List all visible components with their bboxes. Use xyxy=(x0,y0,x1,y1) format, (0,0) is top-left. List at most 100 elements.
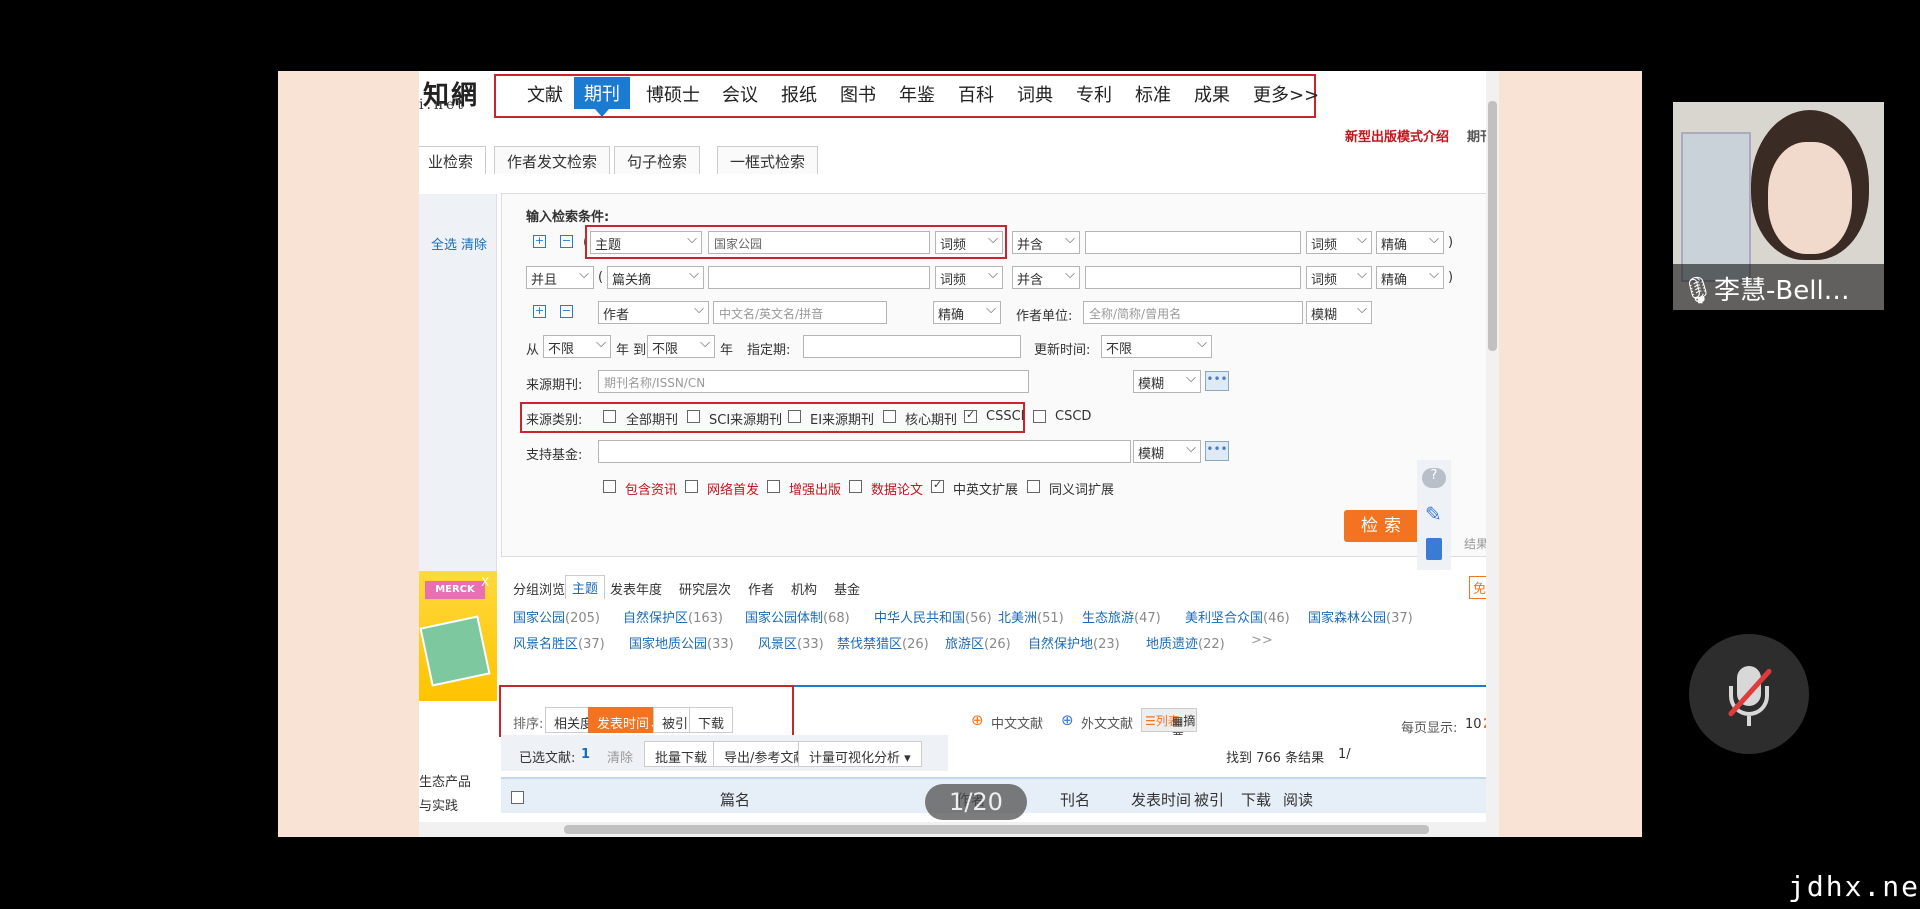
keyword-input-1b[interactable] xyxy=(1085,231,1301,254)
nav-baike[interactable]: 百科 xyxy=(958,81,994,107)
author-unit-input[interactable]: 全称/简称/曾用名 xyxy=(1083,301,1303,324)
tab-professional-search[interactable]: 业检索 xyxy=(419,146,487,174)
group-tab-fund[interactable]: 基金 xyxy=(834,579,860,598)
freq-select-2b[interactable]: 词频 xyxy=(1306,266,1372,289)
nav-baozhi[interactable]: 报纸 xyxy=(781,81,817,107)
col-title[interactable]: 篇名 xyxy=(720,789,750,810)
clear-selection[interactable]: 清除 xyxy=(607,747,633,766)
from-year-select[interactable]: 不限 xyxy=(543,335,611,358)
checkbox-core[interactable] xyxy=(883,410,896,423)
freq-select-1b[interactable]: 词频 xyxy=(1306,231,1372,254)
checkbox-all-journals[interactable] xyxy=(603,410,616,423)
document-icon[interactable] xyxy=(1426,538,1442,560)
nav-biaozhun[interactable]: 标准 xyxy=(1135,81,1171,107)
group-link[interactable]: 风景名胜区(37) xyxy=(513,633,605,652)
plus-icon[interactable]: + xyxy=(533,235,546,248)
keyword-input-2[interactable] xyxy=(708,266,930,289)
nav-more[interactable]: 更多>> xyxy=(1253,81,1319,107)
select-all-link[interactable]: 全选 xyxy=(431,234,457,253)
col-pubdate[interactable]: 发表时间 xyxy=(1131,789,1191,810)
search-button[interactable]: 检索 xyxy=(1344,510,1424,542)
plus-icon-author[interactable]: + xyxy=(533,305,546,318)
nav-tushu[interactable]: 图书 xyxy=(840,81,876,107)
group-tab-org[interactable]: 机构 xyxy=(791,579,817,598)
checkbox-synonym-ext[interactable] xyxy=(1027,480,1040,493)
minus-icon-author[interactable]: − xyxy=(560,305,573,318)
specify-input[interactable] xyxy=(803,335,1021,358)
question-icon[interactable]: ? xyxy=(1422,468,1446,488)
fund-input[interactable] xyxy=(598,440,1131,463)
group-more-link[interactable]: >> xyxy=(1251,633,1273,648)
checkbox-include-news[interactable] xyxy=(603,480,616,493)
group-link[interactable]: 国家公园(205) xyxy=(513,607,600,626)
group-link[interactable]: 禁伐禁猎区(26) xyxy=(837,633,929,652)
group-link[interactable]: 生态旅游(47) xyxy=(1082,607,1161,626)
checkbox-online-first[interactable] xyxy=(685,480,698,493)
logic-select-2[interactable]: 并且 xyxy=(526,266,594,289)
group-tab-topic[interactable]: 主题 xyxy=(565,575,606,599)
keyword-input-2b[interactable] xyxy=(1085,266,1301,289)
tab-sentence-search[interactable]: 句子检索 xyxy=(614,146,701,174)
group-tab-year[interactable]: 发表年度 xyxy=(610,579,662,598)
group-link[interactable]: 北美洲(51) xyxy=(998,607,1064,626)
to-year-select[interactable]: 不限 xyxy=(647,335,715,358)
source-journal-input[interactable]: 期刊名称/ISSN/CN xyxy=(598,370,1029,393)
checkbox-sci[interactable] xyxy=(687,410,700,423)
nav-nianjian[interactable]: 年鉴 xyxy=(899,81,935,107)
batch-download-button[interactable]: 批量下载 xyxy=(644,741,719,767)
group-tab-author[interactable]: 作者 xyxy=(748,579,774,598)
col-journal[interactable]: 刊名 xyxy=(1060,789,1090,810)
source-match-select[interactable]: 模糊 xyxy=(1133,370,1201,393)
group-link[interactable]: 中华人民共和国(56) xyxy=(874,607,992,626)
group-link[interactable]: 自然保护地(23) xyxy=(1028,633,1120,652)
cn-docs-link[interactable]: 中文文献 xyxy=(991,713,1043,732)
nav-wenxian[interactable]: 文献 xyxy=(527,81,563,107)
ad-banner[interactable]: MERCK X xyxy=(419,571,497,701)
author-input[interactable]: 中文名/英文名/拼音 xyxy=(713,301,887,324)
col-read[interactable]: 阅读 xyxy=(1283,789,1313,810)
nav-chengguo[interactable]: 成果 xyxy=(1194,81,1230,107)
col-cited[interactable]: 被引 xyxy=(1194,789,1224,810)
group-link[interactable]: 旅游区(26) xyxy=(945,633,1011,652)
group-link[interactable]: 国家地质公园(33) xyxy=(629,633,734,652)
more-icon[interactable]: ••• xyxy=(1205,371,1229,391)
group-link[interactable]: 美利坚合众国(46) xyxy=(1185,607,1290,626)
left-text-1[interactable]: 生态产品 xyxy=(419,771,471,790)
match-select-2[interactable]: 精确 xyxy=(1376,266,1444,289)
participant-video[interactable]: 🎙李慧-Bell… xyxy=(1673,102,1884,310)
group-link[interactable]: 风景区(33) xyxy=(758,633,824,652)
checkbox-enhanced[interactable] xyxy=(767,480,780,493)
sort-download[interactable]: 下载 xyxy=(689,707,734,733)
group-link[interactable]: 国家森林公园(37) xyxy=(1308,607,1413,626)
nav-cidian[interactable]: 词典 xyxy=(1017,81,1053,107)
mute-mic-icon[interactable] xyxy=(1689,634,1809,754)
col-download[interactable]: 下载 xyxy=(1241,789,1271,810)
foreign-docs-link[interactable]: 外文文献 xyxy=(1081,713,1133,732)
analysis-button[interactable]: 计量可视化分析 ▾ xyxy=(798,741,922,767)
select-all-checkbox[interactable] xyxy=(511,791,524,804)
horizontal-scrollbar[interactable] xyxy=(419,822,1486,837)
minus-icon[interactable]: − xyxy=(560,235,573,248)
unit-match-select[interactable]: 模糊 xyxy=(1306,301,1372,324)
group-link[interactable]: 地质遗迹(22) xyxy=(1146,633,1225,652)
nav-huiyi[interactable]: 会议 xyxy=(722,81,758,107)
clear-link[interactable]: 清除 xyxy=(461,234,487,253)
author-match-select[interactable]: 精确 xyxy=(933,301,1001,324)
nav-boshuoshi[interactable]: 博硕士 xyxy=(646,81,700,107)
per-page-10[interactable]: 10 xyxy=(1465,717,1482,732)
ad-close-icon[interactable]: X xyxy=(481,575,489,589)
new-model-link[interactable]: 新型出版模式介绍 xyxy=(1345,126,1449,145)
group-link[interactable]: 国家公园体制(68) xyxy=(745,607,850,626)
nav-zhuanli[interactable]: 专利 xyxy=(1076,81,1112,107)
op-select-1[interactable]: 并含 xyxy=(1012,231,1080,254)
checkbox-data-paper[interactable] xyxy=(849,480,862,493)
checkbox-ei[interactable] xyxy=(788,410,801,423)
pencil-icon[interactable]: ✎ xyxy=(1425,502,1442,526)
checkbox-cscd[interactable] xyxy=(1033,410,1046,423)
fund-more-icon[interactable]: ••• xyxy=(1205,441,1229,461)
tab-one-box-search[interactable]: 一框式检索 xyxy=(717,146,819,174)
left-text-2[interactable]: 与实践 xyxy=(419,795,458,814)
update-select[interactable]: 不限 xyxy=(1101,335,1212,358)
group-link[interactable]: 自然保护区(163) xyxy=(623,607,723,626)
fund-match-select[interactable]: 模糊 xyxy=(1133,440,1201,463)
